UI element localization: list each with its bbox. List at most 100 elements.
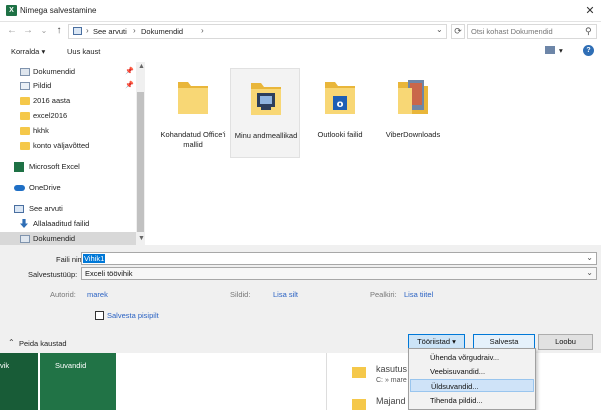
hide-folders-button[interactable]: Peida kaustad <box>19 339 67 348</box>
excel-app-icon: X <box>6 5 17 16</box>
organize-button[interactable]: Korralda ▾ <box>11 47 45 56</box>
close-button[interactable]: ✕ <box>582 3 598 19</box>
recent-locations-chevron-icon[interactable]: ⌄ <box>38 25 50 37</box>
up-button[interactable]: ↑ <box>53 25 65 37</box>
sidebar-item-label: hkhk <box>33 126 49 135</box>
back-button[interactable]: ← <box>6 25 18 37</box>
tools-menu: Ühenda võrgudraiv... Veebisuvandid... Ül… <box>408 348 536 410</box>
sidebar-item-label: 2016 aasta <box>33 96 71 105</box>
sidebar-item-pildid[interactable]: Pildid 📌 <box>0 79 138 93</box>
new-folder-button[interactable]: Uus kaust <box>67 47 100 56</box>
sidebar-item-see-arvuti[interactable]: See arvuti <box>0 202 138 216</box>
data-sources-folder-icon <box>251 83 281 115</box>
excel-icon <box>14 162 24 172</box>
file-item-label: ViberDownloads <box>385 130 441 139</box>
recent-folder-name[interactable]: kasutus <box>376 364 407 374</box>
sidebar-item-dokumendid[interactable]: Dokumendid 📌 <box>0 65 138 79</box>
sidebar-item-label: Allalaaditud failid <box>33 219 90 228</box>
filetype-select[interactable]: Exceli töövihik ⌄ <box>81 267 597 280</box>
file-item-kohandatud-office-mallid[interactable]: Kohandatud Office'i mallid <box>158 68 228 158</box>
breadcrumb-see-arvuti[interactable]: See arvuti <box>93 27 127 36</box>
recent-folder-name-2[interactable]: Majand <box>376 396 406 406</box>
help-icon[interactable]: ? <box>583 45 594 56</box>
scroll-up-arrow-icon[interactable]: ▲ <box>138 63 145 70</box>
sidebar-item-label: Dokumendid <box>33 234 76 243</box>
sidebar-item-hkhk[interactable]: hkhk <box>0 124 138 138</box>
filetype-dropdown-icon[interactable]: ⌄ <box>586 268 593 277</box>
pin-icon[interactable]: 📌 <box>125 81 134 89</box>
filename-dropdown-icon[interactable]: ⌄ <box>586 253 593 262</box>
folder-icon <box>20 142 30 150</box>
filetype-value: Exceli töövihik <box>85 269 133 278</box>
sidebar-item-label: excel2016 <box>33 111 68 120</box>
forward-button[interactable]: → <box>22 25 34 37</box>
recent-folder-path: C: » mare <box>376 377 407 384</box>
excel-options-label[interactable]: Suvandid <box>55 361 86 370</box>
outlook-folder-icon: o <box>325 82 355 114</box>
hide-folders-chevron-icon[interactable]: ⌃ <box>8 338 15 347</box>
thumbnail-label[interactable]: Salvesta pisipilt <box>107 311 159 320</box>
menu-item-compress-pictures[interactable]: Tihenda pildid... <box>410 394 534 407</box>
view-dropdown-chevron-icon[interactable]: ▾ <box>559 46 563 55</box>
chevron-down-icon: ▾ <box>41 47 46 56</box>
view-options-icon[interactable] <box>545 46 555 54</box>
sidebar-item-microsoft-excel[interactable]: Microsoft Excel <box>0 160 138 174</box>
search-box[interactable] <box>467 24 597 39</box>
sidebar-item-label: konto väljavõtted <box>33 141 90 150</box>
file-item-viberdownloads[interactable]: ViberDownloads <box>378 68 448 158</box>
cancel-button[interactable]: Loobu <box>538 334 593 350</box>
sidebar-item-label: Microsoft Excel <box>29 162 80 171</box>
address-dropdown-icon[interactable]: ⌄ <box>436 25 443 34</box>
breadcrumb-separator: › <box>86 26 89 35</box>
menu-item-general-options[interactable]: Üldsuvandid... <box>410 379 534 392</box>
documents-icon <box>20 235 30 243</box>
window-title: Nimega salvestamine <box>20 6 97 15</box>
sidebar-item-allalaaditud-failid[interactable]: Allalaaditud failid <box>0 217 138 231</box>
svg-text:o: o <box>337 99 344 110</box>
folder-icon <box>352 367 366 378</box>
authors-value[interactable]: marek <box>87 290 108 299</box>
sidebar-item-2016-aasta[interactable]: 2016 aasta <box>0 94 138 108</box>
computer-icon <box>14 205 24 213</box>
filename-field[interactable]: Vihik1 ⌄ <box>81 252 597 265</box>
sidebar-item-dokumendid-selected[interactable]: Dokumendid <box>0 232 138 245</box>
chevron-down-icon: ▾ <box>452 337 456 346</box>
divider <box>326 353 327 410</box>
navigation-pane: Dokumendid 📌 Pildid 📌 2016 aasta excel20… <box>0 62 138 245</box>
documents-icon <box>20 68 30 76</box>
photo-folder-icon <box>398 80 428 114</box>
file-item-minu-andmeallikad[interactable]: Minu andmeallikad <box>230 68 300 158</box>
breadcrumb-separator: › <box>133 26 136 35</box>
organize-label: Korralda <box>11 47 40 56</box>
file-item-label: Minu andmeallikad <box>234 131 298 140</box>
pictures-icon <box>20 82 30 90</box>
pin-icon[interactable]: 📌 <box>125 67 134 75</box>
sidebar-item-label: Pildid <box>33 81 52 90</box>
tags-value[interactable]: Lisa silt <box>273 290 298 299</box>
tools-label: Tööriistad <box>417 337 451 346</box>
folder-icon <box>20 112 30 120</box>
computer-icon <box>73 27 82 35</box>
scroll-down-arrow-icon[interactable]: ▼ <box>138 235 145 242</box>
breadcrumb-dokumendid[interactable]: Dokumendid <box>141 27 183 36</box>
menu-item-map-network-drive[interactable]: Ühenda võrgudraiv... <box>410 351 534 364</box>
sidebar-item-onedrive[interactable]: OneDrive <box>0 181 138 195</box>
title-meta-value[interactable]: Lisa tiitel <box>404 290 433 299</box>
search-input[interactable] <box>471 26 581 37</box>
download-arrow-icon <box>20 219 28 228</box>
search-icon[interactable]: ⚲ <box>585 26 592 37</box>
scrollbar-thumb[interactable] <box>137 92 144 232</box>
sidebar-item-label: OneDrive <box>29 183 61 192</box>
cloud-icon <box>14 185 25 191</box>
sidebar-item-konto-valjavotted[interactable]: konto väljavõtted <box>0 139 138 153</box>
file-item-outlooki-failid[interactable]: o Outlooki failid <box>305 68 375 158</box>
refresh-button[interactable]: ⟳ <box>451 24 465 39</box>
authors-label: Autorid: <box>50 290 76 299</box>
menu-item-web-options[interactable]: Veebisuvandid... <box>410 365 534 378</box>
folder-icon <box>352 399 366 410</box>
sidebar-item-label: Dokumendid <box>33 67 76 76</box>
thumbnail-checkbox[interactable] <box>95 311 104 320</box>
file-item-label: Kohandatud Office'i mallid <box>160 130 226 149</box>
filetype-label: Salvestustüüp: <box>28 270 78 279</box>
sidebar-item-excel2016[interactable]: excel2016 <box>0 109 138 123</box>
